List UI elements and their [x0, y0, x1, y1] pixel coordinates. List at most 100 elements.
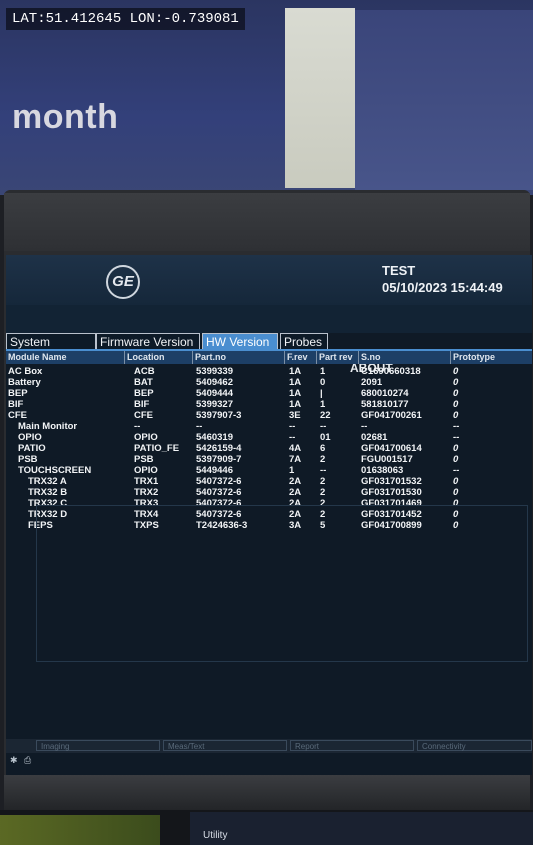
cell-part-no: -- — [196, 421, 203, 432]
cell-sno: 680010274 — [361, 388, 409, 399]
cell-prototype: 0 — [453, 366, 459, 377]
cell-part-rev: -- — [320, 421, 327, 432]
patient-name: TEST — [382, 263, 416, 278]
utility-label[interactable]: Utility — [203, 830, 227, 841]
cell-location: TRX2 — [134, 487, 159, 498]
table-row[interactable]: Main Monitor -- -- -- -- -- -- — [6, 421, 532, 432]
cell-sno: GF031701532 — [361, 476, 422, 487]
cell-sno: GF041700261 — [361, 410, 422, 421]
tab-probes[interactable]: Probes — [280, 333, 328, 350]
cell-location: TRX1 — [134, 476, 159, 487]
cell-part-rev: 01 — [320, 432, 331, 443]
imaging-button[interactable]: Imaging — [36, 740, 160, 751]
cell-location: PSB — [134, 454, 154, 465]
cell-prototype: 0 — [453, 443, 459, 454]
col-prototype[interactable]: Prototype — [450, 351, 505, 364]
title-bar: ABOUT — [6, 305, 532, 375]
below-left-surface — [0, 815, 160, 845]
cell-module-name: CFE — [8, 410, 27, 421]
cell-location: OPIO — [134, 465, 158, 476]
cell-part-no: 5397909-7 — [196, 454, 242, 465]
cell-sno: C1690660318 — [361, 366, 421, 377]
cell-prototype: 0 — [453, 454, 459, 465]
cell-sno: GF041700614 — [361, 443, 422, 454]
cell-location: PATIO_FE — [134, 443, 180, 454]
cell-location: CFE — [134, 410, 153, 421]
cell-location: BEP — [134, 388, 154, 399]
status-bar: ✱ ⎙ — [6, 755, 532, 767]
table-row[interactable]: BIF BIF 5399327 1A 1 581810177 0 — [6, 399, 532, 410]
cell-prototype: -- — [453, 432, 460, 443]
col-part-no[interactable]: Part.no — [192, 351, 287, 364]
cell-prototype: -- — [453, 465, 460, 476]
cell-part-rev: 2 — [320, 487, 326, 498]
cell-sno: FGU001517 — [361, 454, 413, 465]
meas-text-button[interactable]: Meas/Text — [163, 740, 287, 751]
table-row[interactable]: TOUCHSCREEN OPIO 5449446 1 -- 01638063 -- — [6, 465, 532, 476]
cell-module-name: TRX32 B — [28, 487, 68, 498]
col-frev[interactable]: F.rev — [284, 351, 319, 364]
table-row[interactable]: PSB PSB 5397909-7 7A 2 FGU001517 0 — [6, 454, 532, 465]
col-module-name[interactable]: Module Name — [6, 351, 126, 364]
cell-module-name: BIF — [8, 399, 24, 410]
cell-sno: -- — [361, 421, 368, 432]
bottom-button-bar: Imaging Meas/Text Report Connectivity — [6, 739, 532, 753]
cell-module-name: Main Monitor — [18, 421, 78, 432]
cell-module-name: TRX32 A — [28, 476, 67, 487]
wall-panel — [355, 10, 533, 190]
cell-module-name: TOUCHSCREEN — [18, 465, 92, 476]
datetime: 05/10/2023 15:44:49 — [382, 280, 503, 295]
tab-hw-version[interactable]: HW Version — [202, 333, 278, 350]
cell-part-no: 5426159-4 — [196, 443, 242, 454]
cell-part-no: 5449446 — [196, 465, 233, 476]
cell-prototype: -- — [453, 421, 460, 432]
cell-prototype: 0 — [453, 377, 459, 388]
cell-frev: 1A — [289, 366, 302, 377]
cell-frev: -- — [289, 421, 296, 432]
table-row[interactable]: AC Box ACB 5399339 1A 1 C1690660318 0 — [6, 366, 532, 377]
col-sno[interactable]: S.no — [358, 351, 453, 364]
table-row[interactable]: TRX32 B TRX2 5407372-6 2A 2 GF031701530 0 — [6, 487, 532, 498]
cell-frev: -- — [289, 432, 296, 443]
cell-location: -- — [134, 421, 141, 432]
cell-frev: 4A — [289, 443, 302, 454]
cell-frev: 1 — [289, 465, 295, 476]
col-part-rev[interactable]: Part rev — [316, 351, 361, 364]
cell-part-rev: 0 — [320, 377, 326, 388]
cell-part-rev: 1 — [320, 366, 326, 377]
cell-module-name: AC Box — [8, 366, 43, 377]
ge-logo-icon: GE — [106, 265, 140, 299]
table-row[interactable]: PATIO PATIO_FE 5426159-4 4A 6 GF041700614 0 — [6, 443, 532, 454]
cell-location: BAT — [134, 377, 153, 388]
cell-frev: 2A — [289, 476, 302, 487]
cell-part-no: 5399339 — [196, 366, 233, 377]
report-button[interactable]: Report — [290, 740, 414, 751]
table-row[interactable]: BEP BEP 5409444 1A | 680010274 0 — [6, 388, 532, 399]
cell-sno: 2091 — [361, 377, 383, 388]
cell-frev: 7A — [289, 454, 302, 465]
cell-part-rev: 6 — [320, 443, 326, 454]
monitor-chin — [4, 775, 530, 810]
cell-part-rev: 2 — [320, 454, 326, 465]
gps-overlay: LAT:51.412645 LON:-0.739081 — [6, 8, 245, 30]
table-row[interactable]: Battery BAT 5409462 1A 0 2091 0 — [6, 377, 532, 388]
settings-icon[interactable]: ✱ — [10, 755, 18, 766]
cell-frev: 2A — [289, 487, 302, 498]
cell-part-no: 5397907-3 — [196, 410, 242, 421]
tab-system-version[interactable]: System Version — [6, 333, 96, 366]
table-row[interactable]: TRX32 A TRX1 5407372-6 2A 2 GF031701532 0 — [6, 476, 532, 487]
printer-icon[interactable]: ⎙ — [24, 755, 31, 766]
cell-location: ACB — [134, 366, 155, 377]
col-location[interactable]: Location — [124, 351, 195, 364]
cell-part-rev: | — [320, 388, 323, 399]
cell-part-no: 5407372-6 — [196, 476, 242, 487]
connectivity-button[interactable]: Connectivity — [417, 740, 532, 751]
table-row[interactable]: CFE CFE 5397907-3 3E 22 GF041700261 0 — [6, 410, 532, 421]
wall-poster — [285, 8, 355, 188]
table-row[interactable]: OPIO OPIO 5460319 -- 01 02681 -- — [6, 432, 532, 443]
cell-part-rev: -- — [320, 465, 327, 476]
tab-firmware-version[interactable]: Firmware Version — [96, 333, 200, 350]
cell-sno: 581810177 — [361, 399, 409, 410]
cell-sno: 02681 — [361, 432, 388, 443]
cell-module-name: PSB — [18, 454, 38, 465]
